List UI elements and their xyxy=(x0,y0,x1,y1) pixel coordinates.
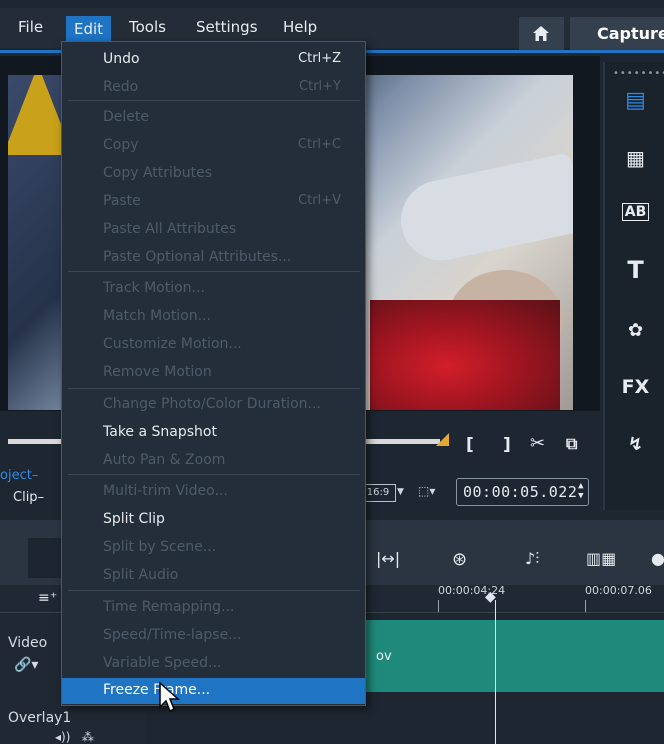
scissors-icon[interactable]: ✂ xyxy=(530,433,545,454)
audio-mixer-icon[interactable]: ♪⫶ xyxy=(525,549,539,569)
ruler-tick xyxy=(438,600,439,612)
tab-project[interactable]: oject– xyxy=(0,468,38,483)
menu-item-time-remapping: Time Remapping... xyxy=(103,599,235,615)
overlay-track-icons[interactable]: ◂)) ⁂ xyxy=(55,730,94,744)
menu-item-paste-optional-attributes: Paste Optional Attributes... xyxy=(103,249,292,265)
instant-project-icon[interactable]: ▦ xyxy=(605,146,664,170)
timecode-field[interactable]: 00:00:05.022 ▲ ▼ xyxy=(456,478,589,506)
menu-item-variable-speed: Variable Speed... xyxy=(103,655,222,671)
tab-clip[interactable]: Clip– xyxy=(13,490,44,505)
edit-menu-dropdown: Undo Ctrl+Z Redo Ctrl+Y Delete Copy Ctrl… xyxy=(61,41,366,706)
timeline-view-button[interactable] xyxy=(28,538,64,578)
menu-item-speed-time-lapse: Speed/Time-lapse... xyxy=(103,627,242,643)
home-icon xyxy=(533,26,549,41)
video-clip[interactable] xyxy=(362,620,664,692)
corel-videostudio-window: File Edit Tools Settings Help Capture [ … xyxy=(0,0,664,744)
menu-item-redo: Redo Ctrl+Y xyxy=(103,79,341,95)
timecode-spinner-icon[interactable]: ▲ ▼ xyxy=(578,481,584,501)
menu-item-auto-pan-zoom: Auto Pan & Zoom xyxy=(103,452,226,468)
more-tools-icon[interactable]: ● xyxy=(651,549,664,568)
menu-item-split-clip[interactable]: Split Clip xyxy=(62,507,365,535)
library-sidebar: •••••••••• ▤ ▦ AB T ✿ FX ↯ xyxy=(603,62,664,510)
tab-capture[interactable]: Capture xyxy=(570,17,664,50)
graphics-icon[interactable]: ✿ xyxy=(605,320,664,341)
path-icon[interactable]: ↯ xyxy=(605,434,664,455)
link-icon[interactable]: 🔗▾ xyxy=(14,657,38,673)
menu-separator xyxy=(68,590,360,591)
menu-separator xyxy=(68,474,360,475)
media-icon[interactable]: ▤ xyxy=(605,88,664,113)
transition-icon[interactable]: AB xyxy=(605,203,664,221)
aspect-dropdown-icon[interactable]: ▼ xyxy=(397,487,404,497)
menu-item-split-by-scene: Split by Scene... xyxy=(103,539,217,555)
menu-item-customize-motion: Customize Motion... xyxy=(103,336,242,352)
menu-item-freeze-frame[interactable]: Freeze Frame... xyxy=(62,678,365,704)
home-button[interactable] xyxy=(519,17,564,50)
menu-item-paste-all-attributes: Paste All Attributes xyxy=(103,221,237,237)
menu-item-copy-attributes: Copy Attributes xyxy=(103,165,213,181)
timecode-value: 00:00:05.022 xyxy=(463,483,578,501)
menu-item-copy: Copy Ctrl+C xyxy=(103,137,341,153)
menu-item-paste: Paste Ctrl+V xyxy=(103,193,341,209)
menu-file[interactable]: File xyxy=(18,18,43,36)
menu-tools[interactable]: Tools xyxy=(129,18,166,36)
track-manager-icon[interactable]: ≡⁺ xyxy=(38,590,57,606)
sidebar-grip[interactable]: •••••••••• xyxy=(613,68,664,79)
ruler-tick xyxy=(585,600,586,612)
menu-separator xyxy=(68,100,360,101)
menu-item-undo[interactable]: Undo Ctrl+Z xyxy=(62,47,365,75)
menu-item-change-duration: Change Photo/Color Duration... xyxy=(103,396,321,412)
menu-separator xyxy=(68,388,360,389)
playhead-line[interactable] xyxy=(495,600,496,744)
mark-out-icon[interactable]: ] xyxy=(503,435,511,455)
scrubber-end-marker[interactable] xyxy=(436,433,449,446)
enlarge-preview-icon[interactable]: ⧉ xyxy=(566,434,577,454)
menu-item-delete: Delete xyxy=(103,109,149,125)
title-icon[interactable]: T xyxy=(605,256,664,284)
menu-item-split-audio: Split Audio xyxy=(103,567,179,583)
cake-shape xyxy=(370,300,560,410)
menu-item-take-snapshot[interactable]: Take a Snapshot xyxy=(62,420,365,448)
multicam-icon[interactable]: ▥▦ xyxy=(586,549,616,568)
menu-separator xyxy=(68,271,360,272)
menu-item-multi-trim: Multi-trim Video... xyxy=(103,483,228,499)
record-capture-icon[interactable]: ⊛ xyxy=(452,549,467,570)
clip-filename: ov xyxy=(376,649,392,664)
menu-help[interactable]: Help xyxy=(283,18,317,36)
video-track-name: Video xyxy=(8,635,48,651)
menu-settings[interactable]: Settings xyxy=(196,18,258,36)
menu-item-track-motion: Track Motion... xyxy=(103,280,205,296)
fx-icon[interactable]: FX xyxy=(605,376,664,398)
arm-shape xyxy=(393,152,573,268)
fit-timeline-icon[interactable]: |↔| xyxy=(376,549,400,568)
mark-in-icon[interactable]: [ xyxy=(466,435,474,455)
crop-icon[interactable]: ⬚▾ xyxy=(418,484,448,502)
overlay-track-name: Overlay1 xyxy=(8,710,72,726)
mouse-cursor-icon xyxy=(159,681,180,713)
menu-item-remove-motion: Remove Motion xyxy=(103,364,212,380)
ruler-label: 00:00:07.06 xyxy=(585,584,652,597)
menu-item-match-motion: Match Motion... xyxy=(103,308,211,324)
